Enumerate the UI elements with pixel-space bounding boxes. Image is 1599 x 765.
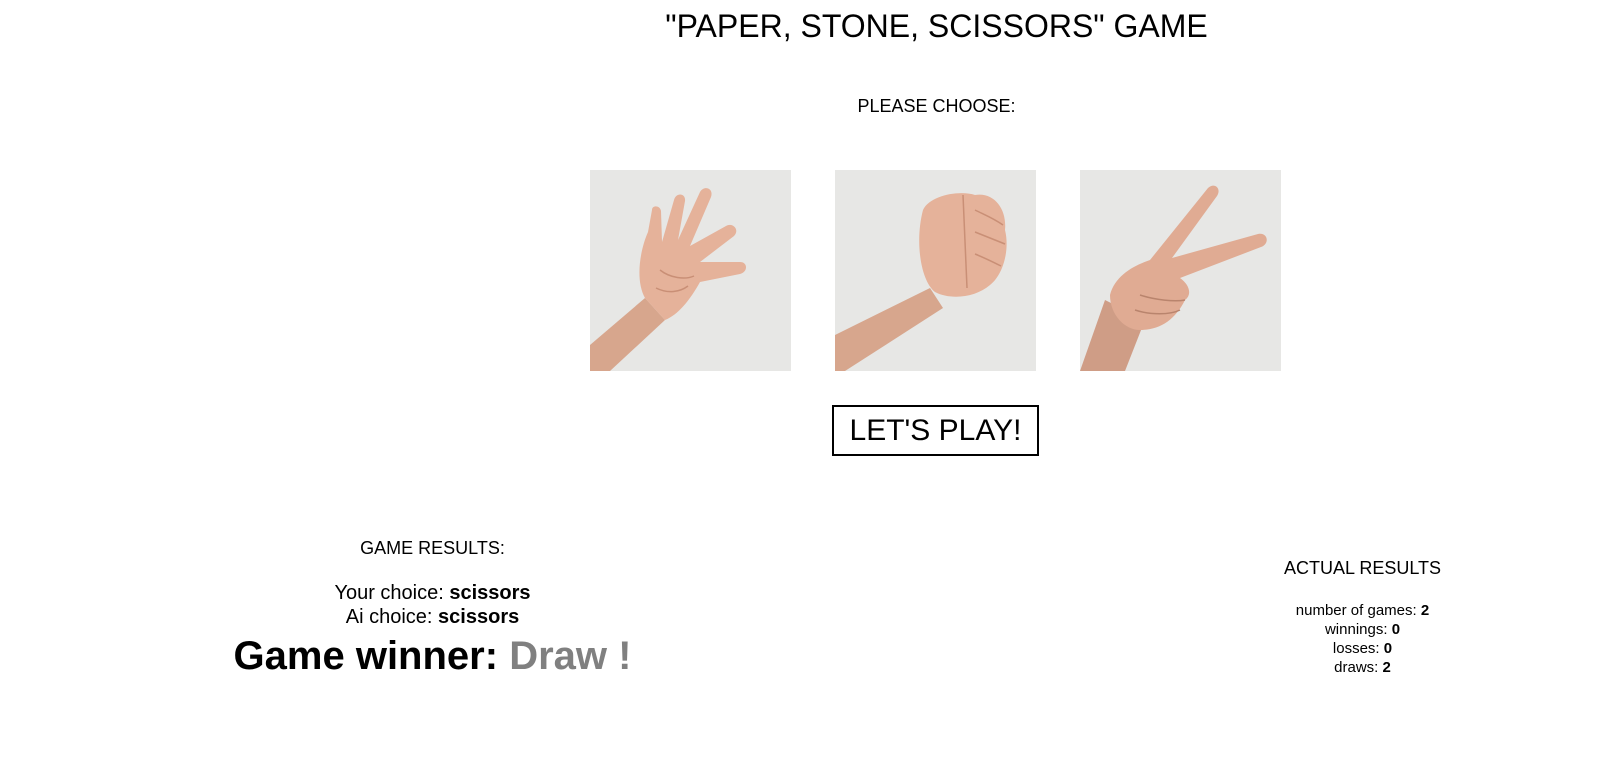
losses-label: losses: [1332,640,1380,657]
choose-label-text: PLEASE CHOOSE: [857,96,1016,116]
game-winner-label: Game winner: [233,634,499,678]
draws-label: draws: [1334,659,1379,676]
actual-results-panel: ACTUAL RESULTS number of games: 2 winnin… [1260,558,1465,677]
actual-results-heading: ACTUAL RESULTS [1283,558,1442,578]
game-winner-value: Draw ! [509,634,632,678]
page-title: "PAPER, STONE, SCISSORS" GAME [0,8,1599,45]
game-winner-row: Game winner: Draw ! [200,631,665,681]
choice-paper[interactable] [590,170,791,371]
losses-value: 0 [1383,640,1393,657]
losses-row: losses: 0 [1260,639,1465,658]
wins-value: 0 [1391,621,1401,638]
victory-hand-icon [1080,170,1281,371]
choice-scissors[interactable] [1080,170,1281,371]
your-choice-row: Your choice: scissors [200,581,665,605]
ai-choice-value: scissors [438,606,520,628]
games-count-row: number of games: 2 [1260,601,1465,620]
wins-label: winnings: [1324,621,1388,638]
games-count-label: number of games: [1295,602,1417,619]
choice-stone[interactable] [835,170,1036,371]
ai-choice-row: Ai choice: scissors [200,605,665,629]
game-results-panel: GAME RESULTS: Your choice: scissors Ai c… [200,538,665,681]
choices-row [0,170,1599,371]
wins-row: winnings: 0 [1260,620,1465,639]
ai-choice-label: Ai choice: [345,606,433,628]
your-choice-value: scissors [449,582,531,604]
open-hand-icon [590,170,791,371]
choose-label: PLEASE CHOOSE: [0,96,1599,117]
page-title-text: "PAPER, STONE, SCISSORS" GAME [665,8,1208,44]
games-count-value: 2 [1420,602,1430,619]
play-button[interactable]: LET'S PLAY! [832,405,1039,456]
fist-icon [835,170,1036,371]
your-choice-label: Your choice: [334,582,444,604]
game-page: "PAPER, STONE, SCISSORS" GAME PLEASE CHO… [0,0,1599,765]
game-results-heading: GAME RESULTS: [360,538,505,558]
draws-row: draws: 2 [1260,658,1465,677]
draws-value: 2 [1382,659,1391,676]
